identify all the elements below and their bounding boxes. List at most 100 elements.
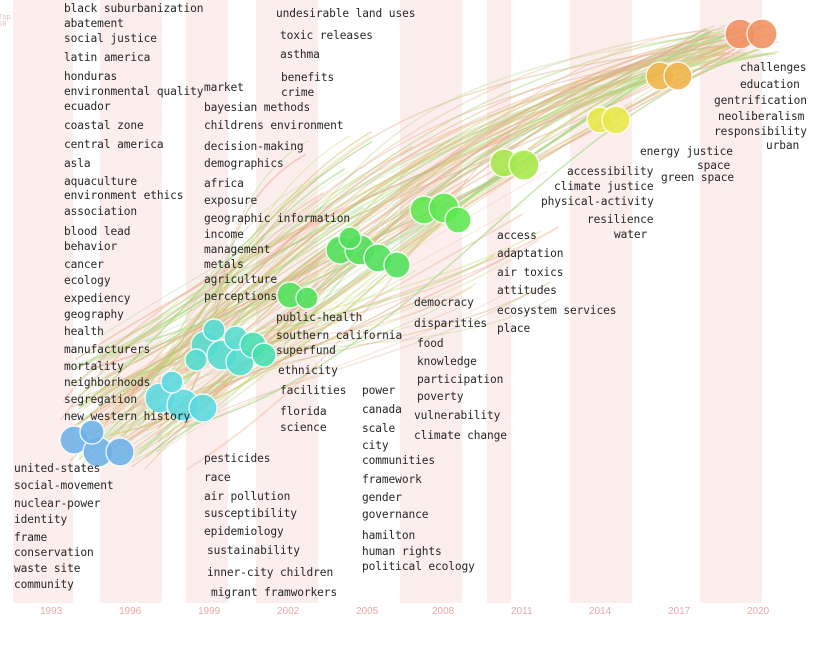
keyword-label: public-health xyxy=(276,311,363,324)
keyword-label: green space xyxy=(661,171,734,184)
keyword-label: challenges xyxy=(740,61,807,74)
keyword-label: air pollution xyxy=(204,490,291,503)
keyword-label: agriculture xyxy=(204,273,277,286)
keyword-label: association xyxy=(64,205,137,218)
keyword-bubble[interactable] xyxy=(251,342,277,368)
keyword-label: space xyxy=(697,159,731,172)
keyword-label: accessibility xyxy=(567,165,654,178)
keyword-label: segregation xyxy=(64,393,137,406)
axis-tick-2008: 2008 xyxy=(432,606,455,617)
keyword-label: superfund xyxy=(276,344,336,357)
keyword-label: inner-city children xyxy=(207,566,334,579)
keyword-bubble[interactable] xyxy=(188,393,218,423)
keyword-label: disparities xyxy=(414,317,487,330)
keyword-label: manufacturers xyxy=(64,343,151,356)
keyword-label: crime xyxy=(281,86,315,99)
keyword-label: market xyxy=(204,81,244,94)
keyword-label: social-movement xyxy=(14,479,114,492)
keyword-label: place xyxy=(497,322,531,335)
keyword-label: participation xyxy=(417,373,504,386)
keyword-label: abatement xyxy=(64,17,124,30)
keyword-label: migrant framworkers xyxy=(211,586,338,599)
keyword-label: scale xyxy=(362,422,396,435)
keyword-bubble[interactable] xyxy=(601,105,631,135)
keyword-bubble[interactable] xyxy=(508,149,540,181)
axis-tick-1993: 1993 xyxy=(40,606,63,617)
keyword-label: ecuador xyxy=(64,100,111,113)
keyword-label: ethnicity xyxy=(278,364,338,377)
keyword-label: pesticides xyxy=(204,452,271,465)
keyword-label: management xyxy=(204,243,271,256)
keyword-label: race xyxy=(204,471,231,484)
keyword-label: water xyxy=(614,228,648,241)
keyword-label: exposure xyxy=(204,194,258,207)
axis-tick-1999: 1999 xyxy=(198,606,221,617)
keyword-label: power xyxy=(362,384,396,397)
keyword-label: community xyxy=(14,578,74,591)
keyword-label: health xyxy=(64,325,104,338)
axis-tick-2002: 2002 xyxy=(277,606,300,617)
keyword-bubble[interactable] xyxy=(663,61,693,91)
axis-tick-2020: 2020 xyxy=(747,606,770,617)
keyword-label: undesirable land uses xyxy=(276,7,416,20)
keyword-bubble[interactable] xyxy=(79,419,105,445)
keyword-label: resilience xyxy=(587,213,654,226)
keyword-label: conservation xyxy=(14,546,94,559)
keyword-label: bayesian methods xyxy=(204,101,311,114)
keyword-label: geography xyxy=(64,308,124,321)
keyword-label: access xyxy=(497,229,537,242)
keyword-label: democracy xyxy=(414,296,474,309)
keyword-bubble[interactable] xyxy=(295,286,319,310)
keyword-label: perceptions xyxy=(204,290,277,303)
keyword-label: geographic information xyxy=(204,212,350,225)
keyword-label: vulnerability xyxy=(414,409,501,422)
keyword-bubble[interactable] xyxy=(338,226,362,250)
keyword-bubble[interactable] xyxy=(746,18,778,50)
keyword-label: city xyxy=(362,439,389,452)
keyword-bubble[interactable] xyxy=(383,251,411,279)
keyword-label: ecosystem services xyxy=(497,304,617,317)
keyword-label: food xyxy=(417,337,444,350)
keyword-label: latin america xyxy=(64,51,151,64)
keyword-bubble[interactable] xyxy=(202,318,226,342)
keyword-label: income xyxy=(204,228,244,241)
keyword-label: sustainability xyxy=(207,544,300,557)
keyword-label: attitudes xyxy=(497,284,557,297)
keyword-label: urban xyxy=(766,139,800,152)
keyword-label: florida xyxy=(280,405,327,418)
keyword-label: canada xyxy=(362,403,402,416)
keyword-label: united-states xyxy=(14,462,101,475)
keyword-label: aquaculture xyxy=(64,175,137,188)
keyword-label: gender xyxy=(362,491,402,504)
keyword-label: expediency xyxy=(64,292,131,305)
keyword-bubble[interactable] xyxy=(184,348,208,372)
keyword-label: poverty xyxy=(417,390,464,403)
keyword-label: climate change xyxy=(414,429,507,442)
axis-tick-1996: 1996 xyxy=(119,606,142,617)
keyword-bubble[interactable] xyxy=(105,437,135,467)
keyword-label: coastal zone xyxy=(64,119,144,132)
keyword-label: responsibility xyxy=(714,125,807,138)
keyword-label: environmental quality xyxy=(64,85,204,98)
axis-tick-2011: 2011 xyxy=(511,606,533,617)
keyword-label: air toxics xyxy=(497,266,564,279)
keyword-label: education xyxy=(740,78,800,91)
keyword-label: climate justice xyxy=(554,180,654,193)
keyword-label: southern california xyxy=(276,329,403,342)
keyword-label: new western history xyxy=(64,410,191,423)
keyword-label: demographics xyxy=(204,157,284,170)
keyword-label: communities xyxy=(362,454,435,467)
keyword-label: neighborhoods xyxy=(64,376,151,389)
keyword-label: energy justice xyxy=(640,145,733,158)
keyword-label: central america xyxy=(64,138,164,151)
keyword-label: adaptation xyxy=(497,247,564,260)
keyword-label: waste site xyxy=(14,562,81,575)
keyword-bubble[interactable] xyxy=(444,206,472,234)
keyword-bubble[interactable] xyxy=(160,370,184,394)
keyword-label: susceptibility xyxy=(204,507,297,520)
left-edge-label: Top 60 xyxy=(0,13,11,29)
keyword-label: blood lead xyxy=(64,225,131,238)
keyword-label: environment ethics xyxy=(64,189,184,202)
keyword-label: epidemiology xyxy=(204,525,284,538)
keyword-label: cancer xyxy=(64,258,104,271)
